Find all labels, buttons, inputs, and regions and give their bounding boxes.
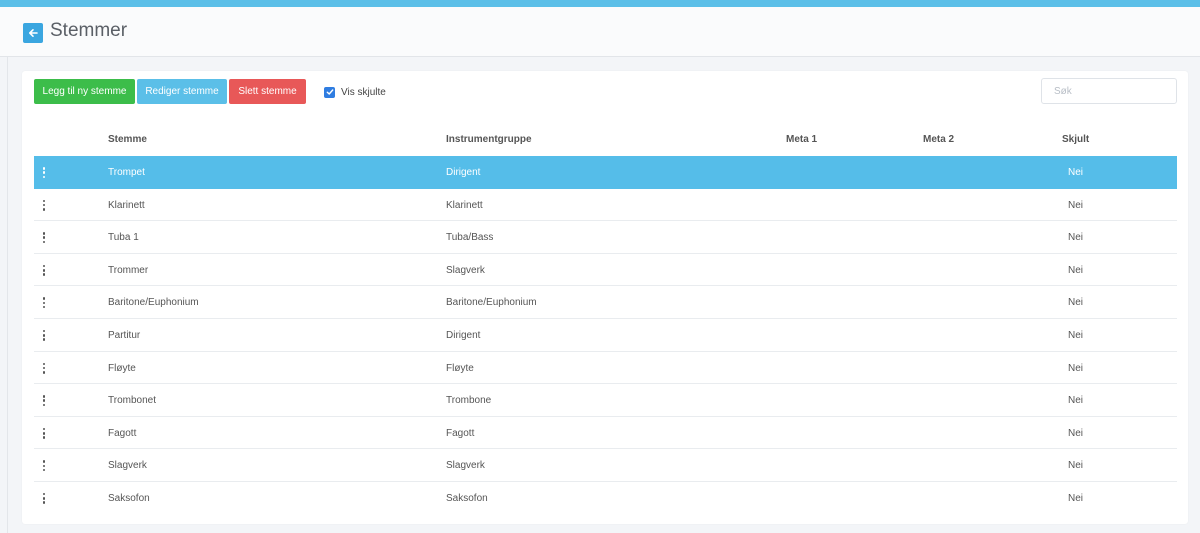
cell-instrumentgruppe: Slagverk	[446, 264, 485, 276]
table-row[interactable]: Fløyte Fløyte Nei	[34, 352, 1177, 385]
cell-instrumentgruppe: Saksofon	[446, 492, 488, 504]
cell-instrumentgruppe: Dirigent	[446, 167, 481, 178]
cell-stemme: Trompet	[108, 167, 145, 178]
row-menu-icon[interactable]	[41, 427, 47, 439]
cell-stemme: Trommer	[108, 264, 149, 276]
row-menu-icon[interactable]	[41, 362, 47, 374]
cell-skjult: Nei	[1068, 362, 1084, 374]
show-hidden-label: Vis skjulte	[341, 86, 386, 98]
stemmer-card: Legg til ny stemme Rediger stemme Slett …	[22, 71, 1188, 524]
cell-stemme: Saksofon	[108, 492, 150, 504]
cell-stemme: Fløyte	[108, 362, 136, 374]
table-row[interactable]: Trompet Dirigent Nei	[34, 156, 1177, 189]
cell-instrumentgruppe: Klarinett	[446, 199, 483, 211]
row-menu-icon[interactable]	[41, 297, 47, 309]
row-menu-icon[interactable]	[41, 264, 47, 276]
table-row[interactable]: Trommer Slagverk Nei	[34, 254, 1177, 287]
cell-stemme: Baritone/Euphonium	[108, 297, 199, 309]
table-row[interactable]: Saksofon Saksofon Nei	[34, 482, 1177, 515]
page-header: Stemmer	[0, 7, 1200, 57]
cell-instrumentgruppe: Baritone/Euphonium	[446, 297, 537, 309]
table-row[interactable]: Trombonet Trombone Nei	[34, 384, 1177, 417]
cell-skjult: Nei	[1068, 232, 1084, 244]
row-menu-icon[interactable]	[41, 199, 47, 211]
delete-stemme-button[interactable]: Slett stemme	[229, 79, 306, 104]
cell-instrumentgruppe: Dirigent	[446, 329, 481, 341]
table-row[interactable]: Baritone/Euphonium Baritone/Euphonium Ne…	[34, 286, 1177, 319]
cell-stemme: Slagverk	[108, 460, 147, 472]
arrow-left-icon	[29, 29, 38, 37]
row-menu-icon[interactable]	[41, 167, 47, 178]
cell-instrumentgruppe: Slagverk	[446, 460, 485, 472]
cell-stemme: Partitur	[108, 329, 141, 341]
cell-skjult: Nei	[1068, 199, 1084, 211]
cell-skjult: Nei	[1068, 167, 1084, 178]
table-body: Trompet Dirigent Nei Klarinett Klarinett…	[34, 156, 1177, 515]
page-title: Stemmer	[50, 20, 128, 41]
cell-instrumentgruppe: Fagott	[446, 427, 475, 439]
edit-stemme-button[interactable]: Rediger stemme	[137, 79, 227, 104]
row-menu-icon[interactable]	[41, 492, 47, 504]
row-menu-icon[interactable]	[41, 232, 47, 244]
show-hidden-checkbox[interactable]	[324, 86, 335, 98]
cell-skjult: Nei	[1068, 427, 1084, 439]
column-header-meta2[interactable]: Meta 2	[923, 134, 954, 145]
cell-instrumentgruppe: Fløyte	[446, 362, 474, 374]
cell-skjult: Nei	[1068, 329, 1084, 341]
column-header-meta1[interactable]: Meta 1	[786, 134, 817, 145]
cell-skjult: Nei	[1068, 395, 1084, 407]
cell-stemme: Tuba 1	[108, 232, 139, 244]
cell-skjult: Nei	[1068, 460, 1084, 472]
search-input[interactable]	[1041, 78, 1177, 104]
checkmark-icon	[326, 89, 333, 95]
row-menu-icon[interactable]	[41, 460, 47, 472]
add-stemme-button[interactable]: Legg til ny stemme	[34, 79, 135, 104]
top-accent-bar	[0, 0, 1200, 7]
table-row[interactable]: Tuba 1 Tuba/Bass Nei	[34, 221, 1177, 254]
row-menu-icon[interactable]	[41, 395, 47, 407]
cell-stemme: Klarinett	[108, 199, 145, 211]
show-hidden-toggle[interactable]: Vis skjulte	[324, 85, 386, 99]
column-header-stemme[interactable]: Stemme	[108, 134, 147, 145]
table-row[interactable]: Fagott Fagott Nei	[34, 417, 1177, 450]
column-header-skjult[interactable]: Skjult	[1062, 134, 1089, 145]
table-row[interactable]: Partitur Dirigent Nei	[34, 319, 1177, 352]
cell-skjult: Nei	[1068, 264, 1084, 276]
cell-skjult: Nei	[1068, 297, 1084, 309]
cell-instrumentgruppe: Trombone	[446, 395, 492, 407]
table-row[interactable]: Klarinett Klarinett Nei	[34, 189, 1177, 222]
column-header-instrumentgruppe[interactable]: Instrumentgruppe	[446, 134, 532, 145]
cell-stemme: Trombonet	[108, 395, 156, 407]
cell-stemme: Fagott	[108, 427, 137, 439]
cell-instrumentgruppe: Tuba/Bass	[446, 232, 494, 244]
cell-skjult: Nei	[1068, 492, 1084, 504]
row-menu-icon[interactable]	[41, 329, 47, 341]
table-row[interactable]: Slagverk Slagverk Nei	[34, 449, 1177, 482]
back-button[interactable]	[23, 23, 43, 43]
left-divider	[7, 57, 8, 533]
table-header: Stemme Instrumentgruppe Meta 1 Meta 2 Sk…	[34, 127, 1177, 156]
